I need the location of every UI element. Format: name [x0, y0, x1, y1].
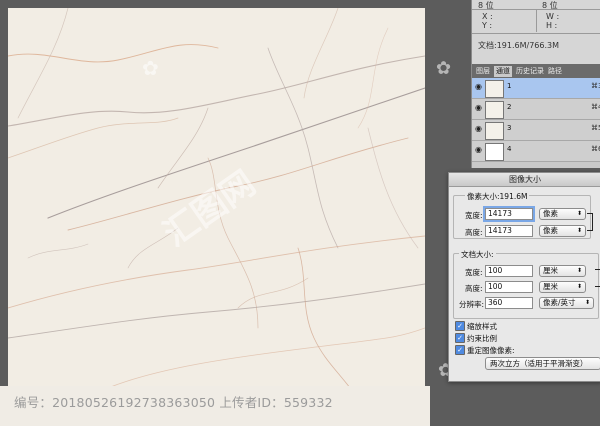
eye-icon[interactable]: ◉	[475, 125, 484, 133]
channel-thumbnail	[485, 80, 504, 98]
resolution-unit-value: 像素/英寸	[543, 298, 576, 307]
channel-shortcut: ⌘6	[591, 145, 600, 153]
constrain-proportions-checkbox[interactable]: ✓	[455, 333, 465, 343]
pixel-dimensions-title: 像素大小:191.6M	[465, 191, 530, 202]
height-label: 高度:	[465, 228, 483, 237]
channel-row[interactable]: ◉ 3 ⌘5	[472, 120, 600, 141]
pixel-width-input[interactable]: 14173	[483, 206, 535, 222]
resolution-label: 分辨率:	[459, 300, 485, 309]
footer-caption: 编号：20180526192738363050 上传者ID：559332	[14, 395, 333, 410]
marble-texture: 汇图网	[8, 8, 425, 416]
resolution-input[interactable]: 360	[485, 297, 533, 309]
constrain-proportions-label: 约束比例	[467, 334, 497, 343]
pixel-height-unit-value: 像素	[543, 226, 558, 235]
doc-height-unit-value: 厘米	[543, 282, 558, 291]
channel-row[interactable]: ◉ 2 ⌘4	[472, 99, 600, 120]
panel-tabs: 图层 通道 历史记录 路径	[472, 64, 600, 78]
document-size-title: 文档大小:	[459, 249, 496, 260]
channel-row[interactable]: ◉ 4 ⌘6	[472, 141, 600, 162]
image-size-dialog: 图像大小 像素大小:191.6M 宽度: 14173 像素 ⬍ 高度: 14173…	[448, 172, 600, 382]
h-label: H :	[546, 21, 558, 30]
channel-thumbnail	[485, 143, 504, 161]
doc-width-unit-select[interactable]: 厘米 ⬍	[539, 265, 586, 277]
x-label: X :	[482, 12, 493, 21]
tab-history[interactable]: 历史记录	[514, 66, 546, 77]
doc-link-bracket	[595, 269, 600, 287]
channel-label: 3	[507, 124, 512, 132]
resample-method-value: 两次立方（适用于平滑渐变）	[490, 359, 588, 368]
pixel-link-bracket	[587, 213, 593, 231]
doc-height-unit-select[interactable]: 厘米 ⬍	[539, 281, 586, 293]
channel-thumbnail	[485, 122, 504, 140]
doc-height-input[interactable]: 100	[485, 281, 533, 293]
eye-icon[interactable]: ◉	[475, 83, 484, 91]
watermark-logo-right: ✿	[436, 58, 452, 79]
dialog-title: 图像大小	[449, 173, 600, 187]
eye-icon[interactable]: ◉	[475, 146, 484, 154]
doc-width-label: 宽度:	[465, 268, 483, 277]
channel-shortcut: ⌘5	[591, 124, 600, 132]
doc-width-input[interactable]: 100	[485, 265, 533, 277]
channel-label: 4	[507, 145, 512, 153]
channel-row[interactable]: ◉ 1 ⌘3	[472, 78, 600, 99]
doc-width-unit-value: 厘米	[543, 266, 558, 275]
resample-method-select[interactable]: 两次立方（适用于平滑渐变）	[485, 357, 600, 370]
resolution-unit-select[interactable]: 像素/英寸 ⬍	[539, 297, 594, 309]
tab-channels[interactable]: 通道	[494, 66, 512, 77]
watermark-logo-left: ✿	[142, 56, 159, 80]
pixel-height-unit-select[interactable]: 像素 ⬍	[539, 225, 586, 237]
doc-height-label: 高度:	[465, 284, 483, 293]
width-label: 宽度:	[465, 211, 483, 220]
channels-panel: 图层 通道 历史记录 路径 ◉ 1 ⌘3 ◉ 2 ⌘4 ◉ 3 ⌘5 ◉ 4 ⌘…	[471, 64, 600, 168]
eye-icon[interactable]: ◉	[475, 104, 484, 112]
channel-label: 1	[507, 82, 512, 90]
document-size: 文档:191.6M/766.3M	[478, 41, 559, 50]
channel-label: 2	[507, 103, 512, 111]
document-canvas[interactable]: 汇图网	[8, 8, 425, 416]
scale-styles-label: 缩放样式	[467, 322, 497, 331]
w-label: W :	[546, 12, 560, 21]
channel-shortcut: ⌘3	[591, 82, 600, 90]
pixel-width-unit-value: 像素	[543, 209, 558, 218]
pixel-height-input[interactable]: 14173	[485, 225, 533, 237]
scale-styles-checkbox[interactable]: ✓	[455, 321, 465, 331]
channel-thumbnail	[485, 101, 504, 119]
channel-shortcut: ⌘4	[591, 103, 600, 111]
tab-layers[interactable]: 图层	[474, 66, 492, 77]
tab-paths[interactable]: 路径	[546, 66, 564, 77]
pixel-width-unit-select[interactable]: 像素 ⬍	[539, 208, 586, 220]
resample-label: 重定图像像素:	[467, 346, 515, 355]
resample-checkbox[interactable]: ✓	[455, 345, 465, 355]
y-label: Y :	[482, 21, 493, 30]
info-panel: 8 位 8 位 X : Y : W : H : 文档:191.6M/766.3M	[471, 0, 600, 64]
